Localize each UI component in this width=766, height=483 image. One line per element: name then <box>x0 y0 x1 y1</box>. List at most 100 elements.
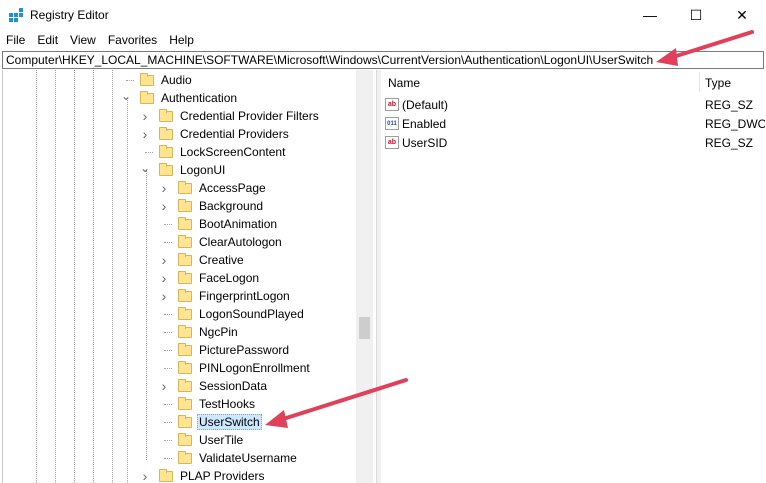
tree-guide-dash <box>164 224 172 225</box>
tree-node[interactable]: FaceLogon <box>178 269 261 287</box>
tree-guide-line <box>146 170 147 460</box>
title-bar: Registry Editor — ☐ ✕ <box>0 0 766 30</box>
tree-node[interactable]: Audio <box>140 71 194 89</box>
tree-node[interactable]: ClearAutologon <box>178 233 284 251</box>
menu-file[interactable]: File <box>0 30 31 50</box>
tree-node[interactable]: LockScreenContent <box>159 143 287 161</box>
tree-node[interactable]: LogonUI <box>159 161 227 179</box>
tree-node[interactable]: BootAnimation <box>178 215 279 233</box>
folder-icon <box>178 396 192 410</box>
address-bar[interactable]: Computer\HKEY_LOCAL_MACHINE\SOFTWARE\Mic… <box>2 51 764 69</box>
tree-scrollbar[interactable] <box>356 70 373 483</box>
tree-guide-line <box>55 70 56 483</box>
tree-guide-dash <box>145 152 153 153</box>
chevron-down-icon[interactable]: ⌄ <box>121 89 131 107</box>
column-separator[interactable] <box>699 72 700 92</box>
chevron-down-icon[interactable]: ⌄ <box>140 161 150 179</box>
chevron-right-icon[interactable]: › <box>140 467 150 483</box>
value-row[interactable]: ab (Default) REG_SZ <box>385 95 765 114</box>
tree-node[interactable]: Credential Providers <box>159 125 291 143</box>
tree-node[interactable]: SessionData <box>178 377 269 395</box>
folder-icon <box>159 468 173 482</box>
tree-guide-dash <box>164 314 172 315</box>
value-type: REG_DWOR <box>705 116 765 131</box>
folder-icon <box>178 414 192 428</box>
values-pane[interactable]: Name Type ab (Default) REG_SZ 011 Enabled REG… <box>381 70 766 483</box>
value-name: Enabled <box>402 116 447 131</box>
tree-guide-dash <box>164 422 172 423</box>
chevron-right-icon[interactable]: › <box>159 287 169 305</box>
tree-node[interactable]: Creative <box>178 251 246 269</box>
tree-node[interactable]: ValidateUsername <box>178 449 299 467</box>
value-type: REG_SZ <box>705 135 754 150</box>
close-icon: ✕ <box>736 6 748 23</box>
folder-icon <box>178 180 192 194</box>
tree-node[interactable]: PicturePassword <box>178 341 291 359</box>
chevron-right-icon[interactable]: › <box>140 125 150 143</box>
tree-node[interactable]: PINLogonEnrollment <box>178 359 312 377</box>
chevron-right-icon[interactable]: › <box>159 269 169 287</box>
string-value-icon: ab <box>385 98 399 111</box>
menu-edit[interactable]: Edit <box>31 30 64 50</box>
value-type: REG_SZ <box>705 97 754 112</box>
tree-node-label: PLAP Providers <box>180 469 265 483</box>
chevron-right-icon[interactable]: › <box>159 251 169 269</box>
close-button[interactable]: ✕ <box>719 0 765 30</box>
column-header-name[interactable]: Name <box>388 70 688 94</box>
tree-node[interactable]: PLAP Providers <box>159 467 267 483</box>
tree-node-label: ValidateUsername <box>199 451 297 465</box>
tree-node-label: Audio <box>161 73 192 87</box>
maximize-button[interactable]: ☐ <box>673 0 719 30</box>
menu-help[interactable]: Help <box>163 30 200 50</box>
folder-icon <box>178 216 192 230</box>
folder-icon <box>178 432 192 446</box>
value-row[interactable]: 011Enabled REG_DWOR <box>385 114 765 133</box>
folder-icon <box>140 72 154 86</box>
scroll-thumb[interactable] <box>359 317 370 339</box>
tree-node-label: FaceLogon <box>199 271 260 285</box>
tree-node[interactable]: Credential Provider Filters <box>159 107 321 125</box>
chevron-right-icon[interactable]: › <box>159 197 169 215</box>
tree-node-label: Credential Provider Filters <box>180 109 319 123</box>
tree-guide-dash <box>164 440 172 441</box>
chevron-right-icon[interactable]: › <box>159 179 169 197</box>
tree-node[interactable]: AccessPage <box>178 179 268 197</box>
value-name: UserSID <box>402 135 448 150</box>
tree-node-label: Credential Providers <box>180 127 289 141</box>
tree-node[interactable]: TestHooks <box>178 395 257 413</box>
folder-icon <box>178 270 192 284</box>
tree-node[interactable]: UserTile <box>178 431 245 449</box>
tree-node[interactable]: LogonSoundPlayed <box>178 305 306 323</box>
folder-icon <box>178 342 192 356</box>
folder-icon <box>178 306 192 320</box>
tree-node-label: LogonUI <box>180 163 226 177</box>
address-path: Computer\HKEY_LOCAL_MACHINE\SOFTWARE\Mic… <box>6 53 654 67</box>
tree-node-label: PINLogonEnrollment <box>199 361 310 375</box>
folder-icon <box>178 450 192 464</box>
tree-guide-dash <box>164 458 172 459</box>
chevron-right-icon[interactable]: › <box>159 377 169 395</box>
tree-node-label: Creative <box>199 253 244 267</box>
tree-node[interactable]: Authentication <box>140 89 239 107</box>
menu-bar: File Edit View Favorites Help <box>0 30 766 50</box>
chevron-right-icon[interactable]: › <box>140 107 150 125</box>
value-row[interactable]: ab UserSID REG_SZ <box>385 133 765 152</box>
folder-icon <box>178 378 192 392</box>
tree-guide-dash <box>164 242 172 243</box>
menu-view[interactable]: View <box>64 30 102 50</box>
tree-node-label: FingerprintLogon <box>199 289 290 303</box>
tree-node-label: AccessPage <box>199 181 266 195</box>
tree-guide-line <box>112 70 113 483</box>
menu-favorites[interactable]: Favorites <box>102 30 163 50</box>
key-tree[interactable]: Audio ⌄ Authentication › Credential Provider… <box>2 70 375 483</box>
tree-node[interactable]: FingerprintLogon <box>178 287 292 305</box>
tree-guide-line <box>74 70 75 483</box>
tree-node[interactable]: NgcPin <box>178 323 240 341</box>
folder-icon <box>178 360 192 374</box>
tree-node[interactable]: Background <box>178 197 265 215</box>
tree-node[interactable]: UserSwitch <box>178 413 262 431</box>
minimize-button[interactable]: — <box>627 0 673 30</box>
tree-node-label: TestHooks <box>199 397 256 411</box>
tree-node-label: Background <box>199 199 264 213</box>
column-header-type[interactable]: Type <box>705 70 765 94</box>
